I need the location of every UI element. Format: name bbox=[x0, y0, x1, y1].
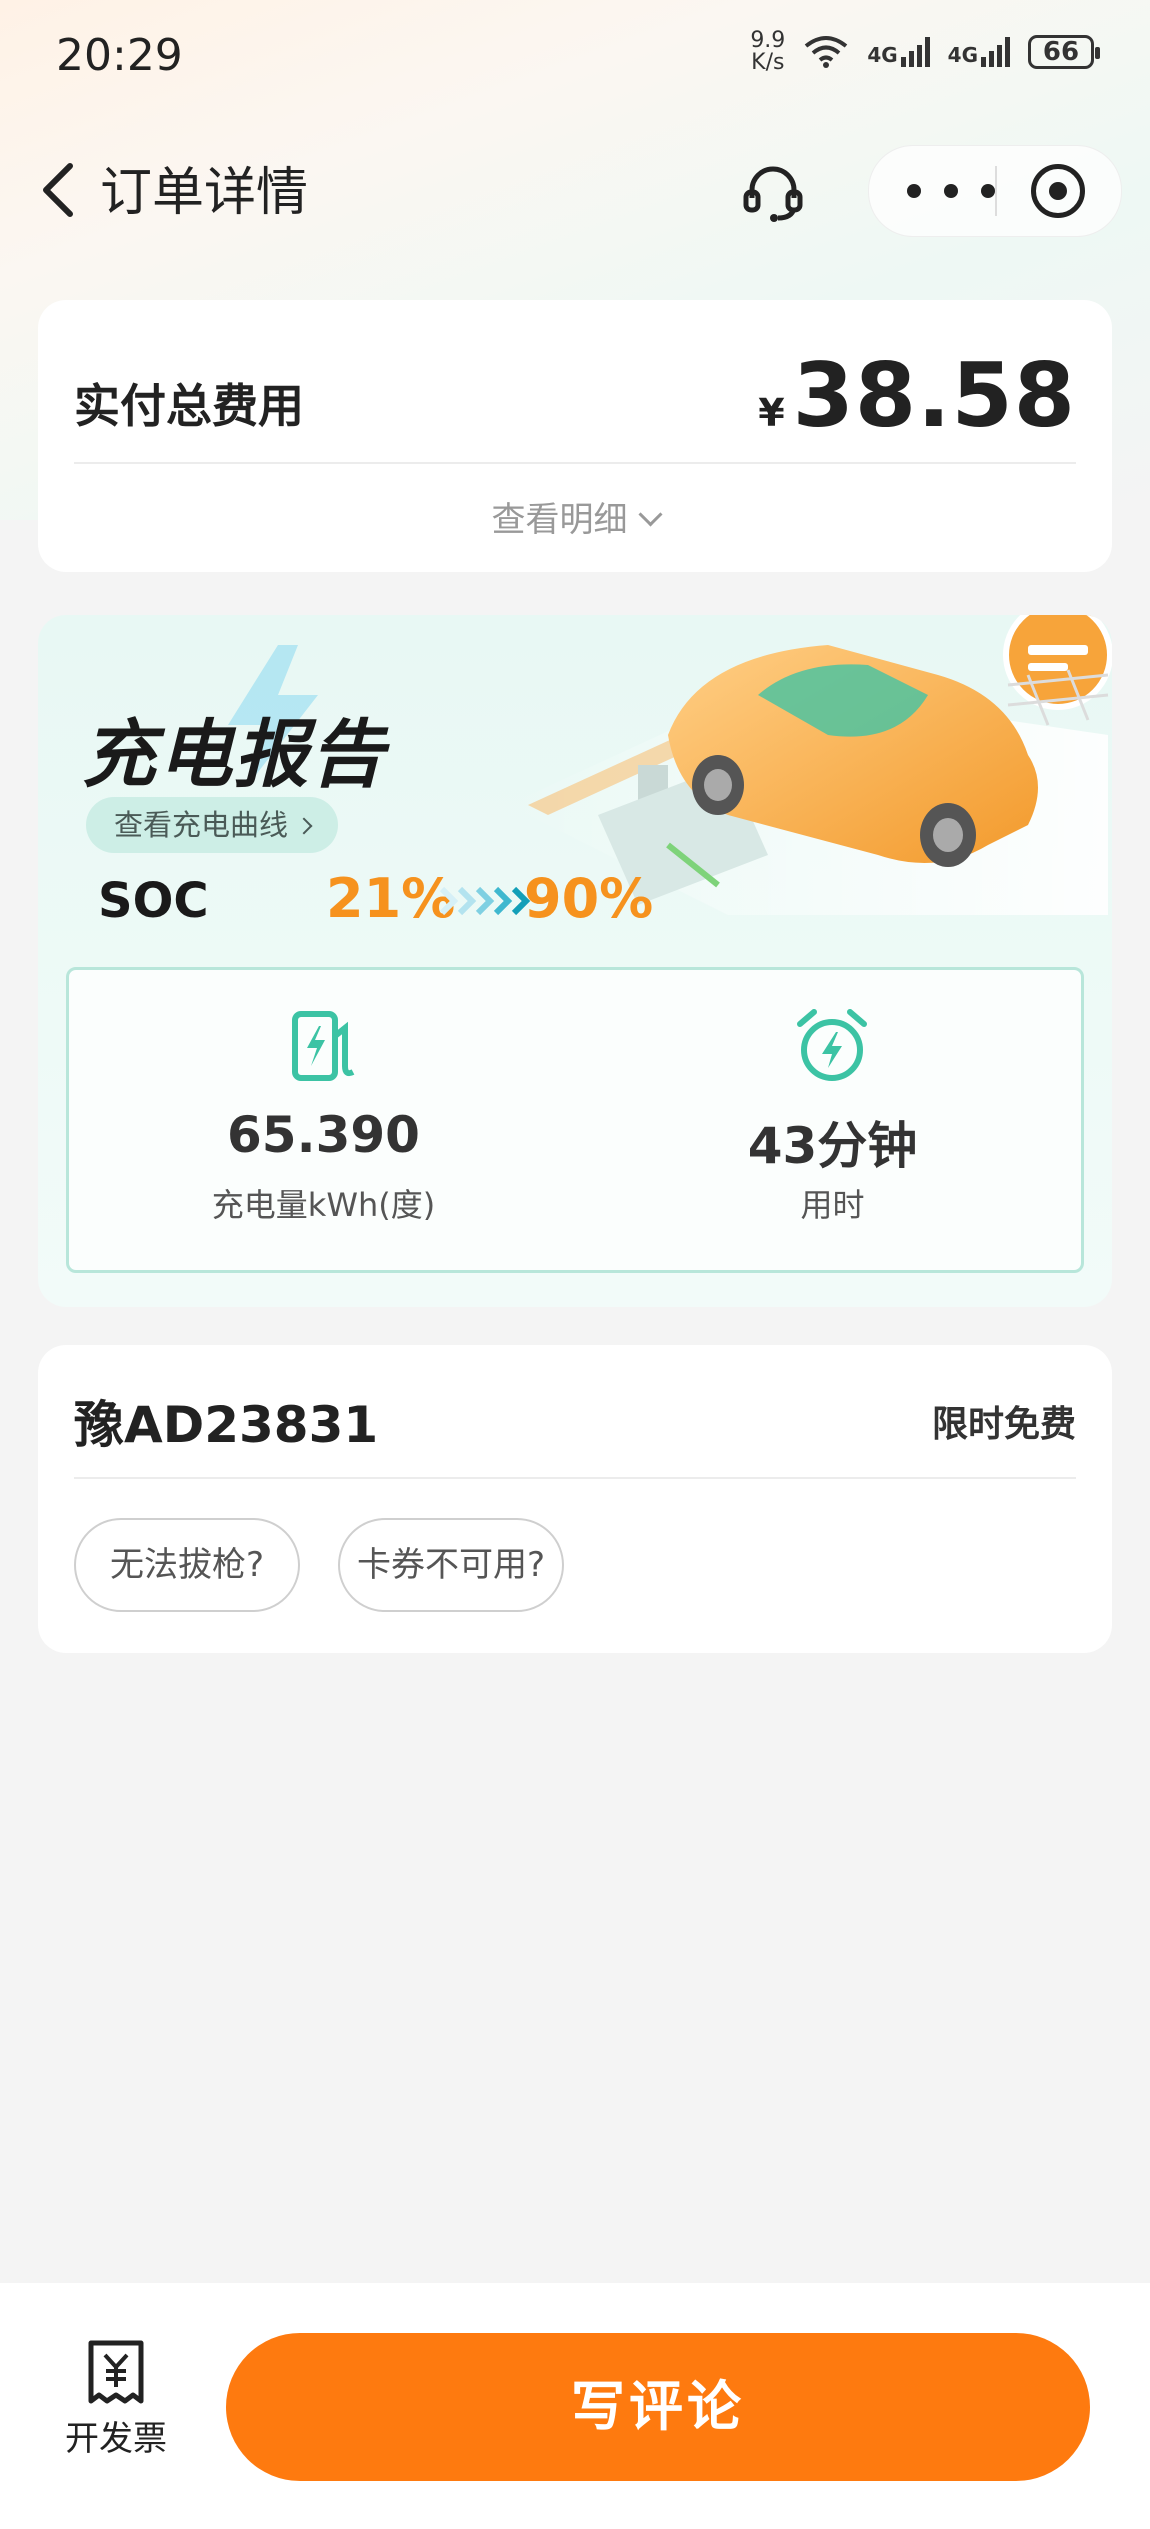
network-type-1: 4G bbox=[867, 43, 898, 67]
license-plate: 豫AD23831 bbox=[74, 1396, 379, 1454]
free-tag: 限时免费 bbox=[931, 1404, 1076, 1445]
network-type-2: 4G bbox=[947, 43, 978, 67]
charge-stats: 65.390 充电量kWh(度) 43分钟 用时 bbox=[66, 967, 1084, 1273]
alarm-clock-icon bbox=[797, 1009, 867, 1081]
report-title: 充电报告 bbox=[82, 712, 386, 798]
net-speed: 9.9 K/s bbox=[750, 30, 785, 74]
currency-symbol: ¥ bbox=[758, 391, 785, 435]
bottom-action-bar: 开发票 写评论 bbox=[0, 2283, 1150, 2529]
back-icon[interactable] bbox=[36, 160, 80, 220]
view-detail-link[interactable]: 查看明细 bbox=[38, 492, 1112, 541]
wifi-icon bbox=[805, 36, 848, 68]
battery-icon: 66 bbox=[1028, 35, 1100, 69]
mini-program-capsule bbox=[868, 145, 1122, 237]
status-icons: 9.9 K/s 4G 4G 66 bbox=[750, 30, 1100, 74]
page-title: 订单详情 bbox=[100, 163, 309, 223]
view-detail-label: 查看明细 bbox=[491, 500, 628, 540]
signal-icon-1: 4G bbox=[867, 37, 930, 67]
net-speed-value: 9.9 bbox=[750, 28, 786, 53]
capsule-divider bbox=[995, 166, 997, 216]
charge-report-card: 充电报告 查看充电曲线 SOC 21% 90% 65.390 充电量kWh(度) bbox=[38, 615, 1112, 1307]
signal-icon-2: 4G bbox=[948, 37, 1010, 67]
more-icon[interactable] bbox=[907, 146, 995, 236]
battery-level: 66 bbox=[1042, 37, 1080, 67]
soc-end: 90% bbox=[524, 867, 654, 930]
duration-label: 用时 bbox=[800, 1186, 865, 1224]
view-curve-link[interactable]: 查看充电曲线 bbox=[86, 797, 339, 853]
charger-icon bbox=[292, 1011, 355, 1081]
headset-icon[interactable] bbox=[740, 160, 806, 226]
chevron-right-icon bbox=[295, 817, 313, 835]
view-curve-label: 查看充电曲线 bbox=[114, 808, 289, 842]
receipt-icon bbox=[88, 2340, 144, 2404]
net-speed-unit: K/s bbox=[751, 50, 785, 75]
fee-card: 实付总费用 ¥ 38.58 查看明细 bbox=[38, 300, 1112, 572]
vehicle-card: 豫AD23831 限时免费 无法拔枪? 卡券不可用? bbox=[38, 1345, 1112, 1653]
fee-amount: ¥ 38.58 bbox=[758, 344, 1076, 447]
target-icon[interactable] bbox=[1031, 164, 1085, 218]
energy-value: 65.390 bbox=[227, 1106, 420, 1164]
energy-label: 充电量kWh(度) bbox=[211, 1186, 436, 1224]
vehicle-divider bbox=[74, 1477, 1076, 1479]
fee-value: 38.58 bbox=[792, 344, 1076, 447]
soc-label: SOC bbox=[98, 873, 209, 929]
write-review-button[interactable]: 写评论 bbox=[226, 2333, 1090, 2481]
invoice-label: 开发票 bbox=[65, 2419, 167, 2459]
fee-label: 实付总费用 bbox=[74, 379, 304, 433]
duration-value: 43分钟 bbox=[747, 1117, 918, 1175]
invoice-button[interactable]: 开发票 bbox=[56, 2339, 176, 2460]
status-time: 20:29 bbox=[56, 30, 183, 81]
chevron-down-icon bbox=[637, 502, 663, 527]
cannot-unplug-button[interactable]: 无法拔枪? bbox=[74, 1518, 300, 1612]
fee-divider bbox=[74, 462, 1076, 464]
coupon-unavailable-button[interactable]: 卡券不可用? bbox=[338, 1518, 564, 1612]
